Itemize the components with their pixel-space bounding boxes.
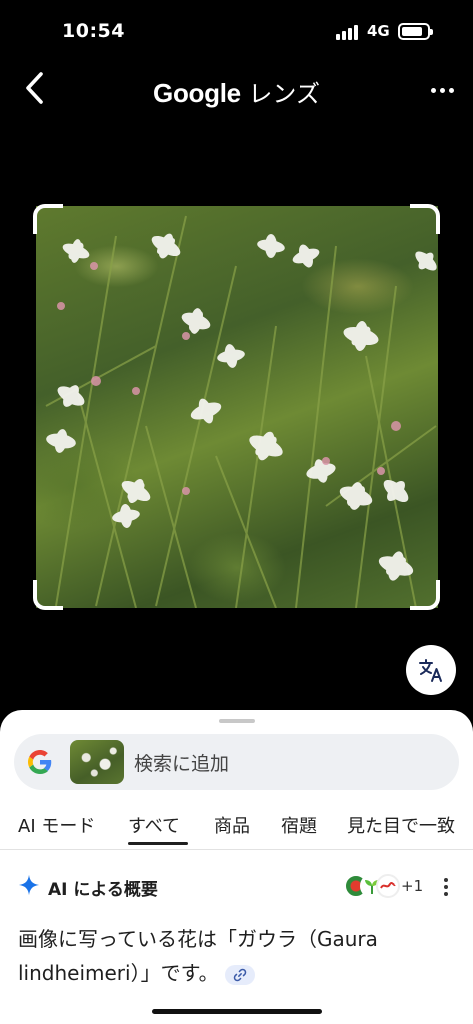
network-label: 4G <box>367 22 390 40</box>
dot <box>444 885 448 889</box>
crop-corner-bottom-left[interactable] <box>33 580 63 610</box>
status-bar: 10:54 4G <box>0 0 473 60</box>
translate-icon <box>419 659 442 682</box>
link-icon <box>233 968 246 981</box>
source-avatars[interactable] <box>344 874 404 898</box>
page-title: Google レンズ <box>0 74 473 109</box>
crop-corner-top-left[interactable] <box>33 204 63 234</box>
sparkle-icon <box>18 874 40 896</box>
dot <box>430 87 436 93</box>
google-brand: Google <box>153 78 241 108</box>
translate-button[interactable] <box>406 645 456 695</box>
ai-overview-title: AI による概要 <box>48 880 158 900</box>
red-script-logo-icon <box>380 882 396 889</box>
captured-photo[interactable] <box>36 206 438 608</box>
results-sheet[interactable]: 検索に追加 AI モード すべて 商品 宿題 見た目で一致 AI による概要 +… <box>0 710 473 1024</box>
ai-overview-menu-button[interactable] <box>438 876 454 898</box>
answer-text: 画像に写っている花は「ガウラ（Gaura lindheimeri）」です。 <box>18 927 378 985</box>
query-image-thumbnail[interactable] <box>70 740 124 784</box>
dot <box>448 87 454 93</box>
home-indicator[interactable] <box>152 1009 322 1014</box>
source-icon <box>376 874 400 898</box>
crop-corner-bottom-right[interactable] <box>410 580 440 610</box>
source-link-button[interactable] <box>224 964 255 985</box>
sheet-drag-handle[interactable] <box>219 719 255 723</box>
tab-visual-matches[interactable]: 見た目で一致 <box>347 812 455 838</box>
flower-illustration <box>45 215 437 608</box>
battery-icon <box>398 23 433 40</box>
dot <box>444 878 448 882</box>
tab-products[interactable]: 商品 <box>214 812 250 838</box>
ai-overview-answer: 画像に写っている花は「ガウラ（Gaura lindheimeri）」です。 <box>18 922 458 990</box>
ai-overview-header: AI による概要 +1 <box>0 870 473 904</box>
dot <box>444 892 448 896</box>
tab-ai-mode[interactable]: AI モード <box>18 812 95 838</box>
title-suffix: レンズ <box>240 80 320 108</box>
status-time: 10:54 <box>62 20 125 42</box>
more-options-button[interactable] <box>424 76 460 104</box>
result-tabs: AI モード すべて 商品 宿題 見た目で一致 <box>0 800 473 850</box>
tab-all[interactable]: すべて <box>128 812 180 838</box>
dot <box>439 87 445 93</box>
crop-corner-top-right[interactable] <box>410 204 440 234</box>
tab-homework[interactable]: 宿題 <box>281 812 317 838</box>
google-g-icon <box>28 750 52 774</box>
active-tab-indicator <box>128 842 188 845</box>
add-to-search-bar[interactable]: 検索に追加 <box>14 734 459 790</box>
more-sources-count[interactable]: +1 <box>401 877 423 895</box>
signal-icon <box>336 24 360 40</box>
search-placeholder: 検索に追加 <box>134 753 230 775</box>
